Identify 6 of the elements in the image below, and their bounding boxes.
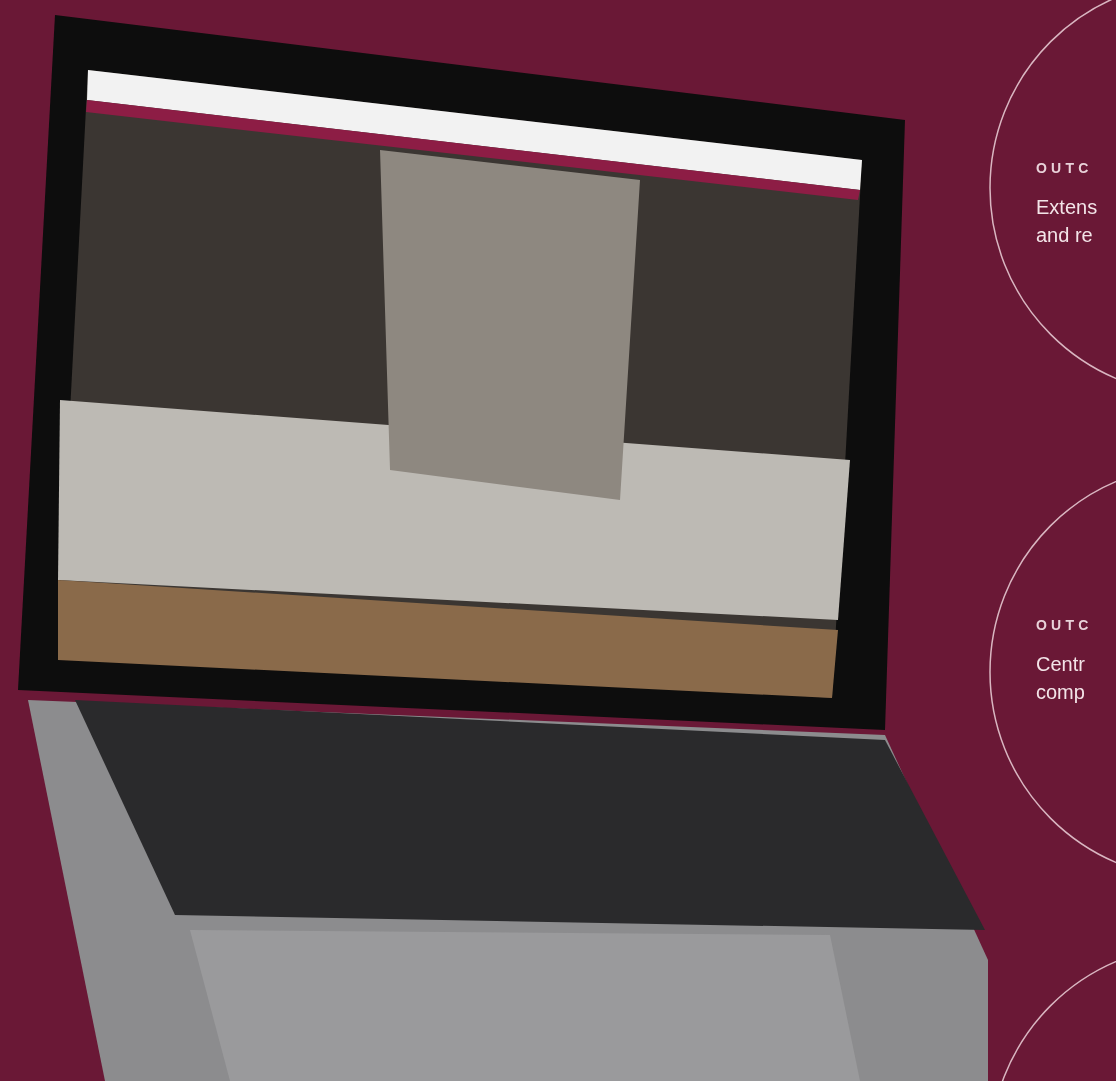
outcome-text: and re bbox=[1036, 223, 1094, 248]
outcome-label: OUTC bbox=[1036, 159, 1094, 178]
outcome-text: comp bbox=[1036, 680, 1086, 705]
outcome-text: Centr bbox=[1036, 652, 1086, 677]
outcome-text: Extens bbox=[1036, 195, 1099, 220]
outcome-label: OUTC bbox=[1036, 616, 1094, 635]
